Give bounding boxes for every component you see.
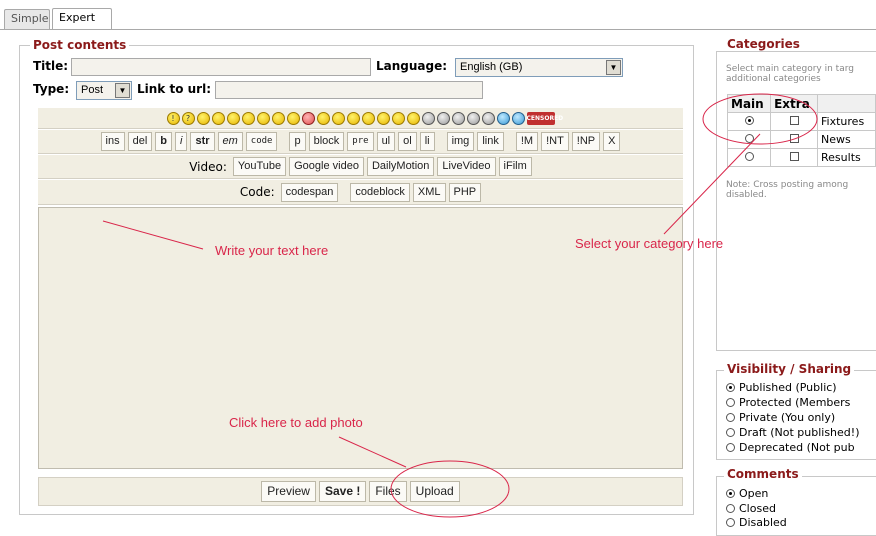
category-highlight-circle	[702, 93, 818, 145]
annotation-overlay	[102, 93, 818, 518]
category-arrow-line	[663, 133, 761, 235]
write-annotation: Write your text here	[215, 243, 329, 258]
photo-annotation: Click here to add photo	[229, 415, 363, 430]
category-annotation: Select your category here	[575, 236, 724, 251]
write-arrow-line	[102, 220, 204, 250]
photo-arrow-line	[338, 436, 407, 468]
upload-highlight-circle	[390, 460, 510, 518]
